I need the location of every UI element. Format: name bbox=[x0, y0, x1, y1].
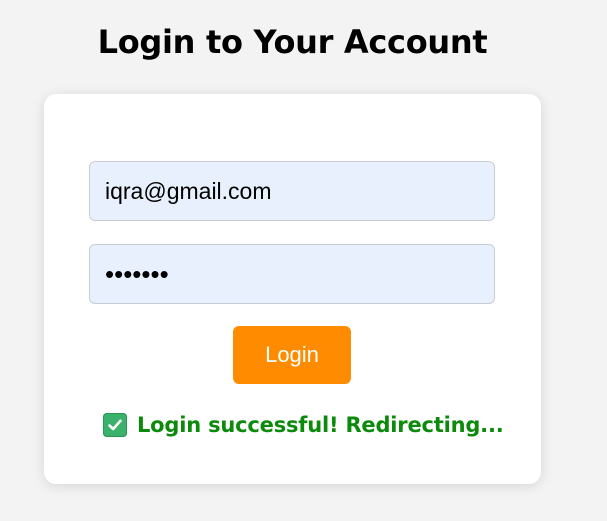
check-mark-icon bbox=[103, 413, 127, 437]
login-button[interactable]: Login bbox=[233, 326, 351, 384]
page-title: Login to Your Account bbox=[97, 23, 488, 61]
status-text: Login successful! Redirecting... bbox=[137, 413, 504, 437]
status-message: Login successful! Redirecting... bbox=[103, 410, 504, 440]
login-card: Login Login successful! Redirecting... bbox=[44, 94, 541, 484]
password-field[interactable] bbox=[89, 244, 495, 304]
email-field[interactable] bbox=[89, 161, 495, 221]
